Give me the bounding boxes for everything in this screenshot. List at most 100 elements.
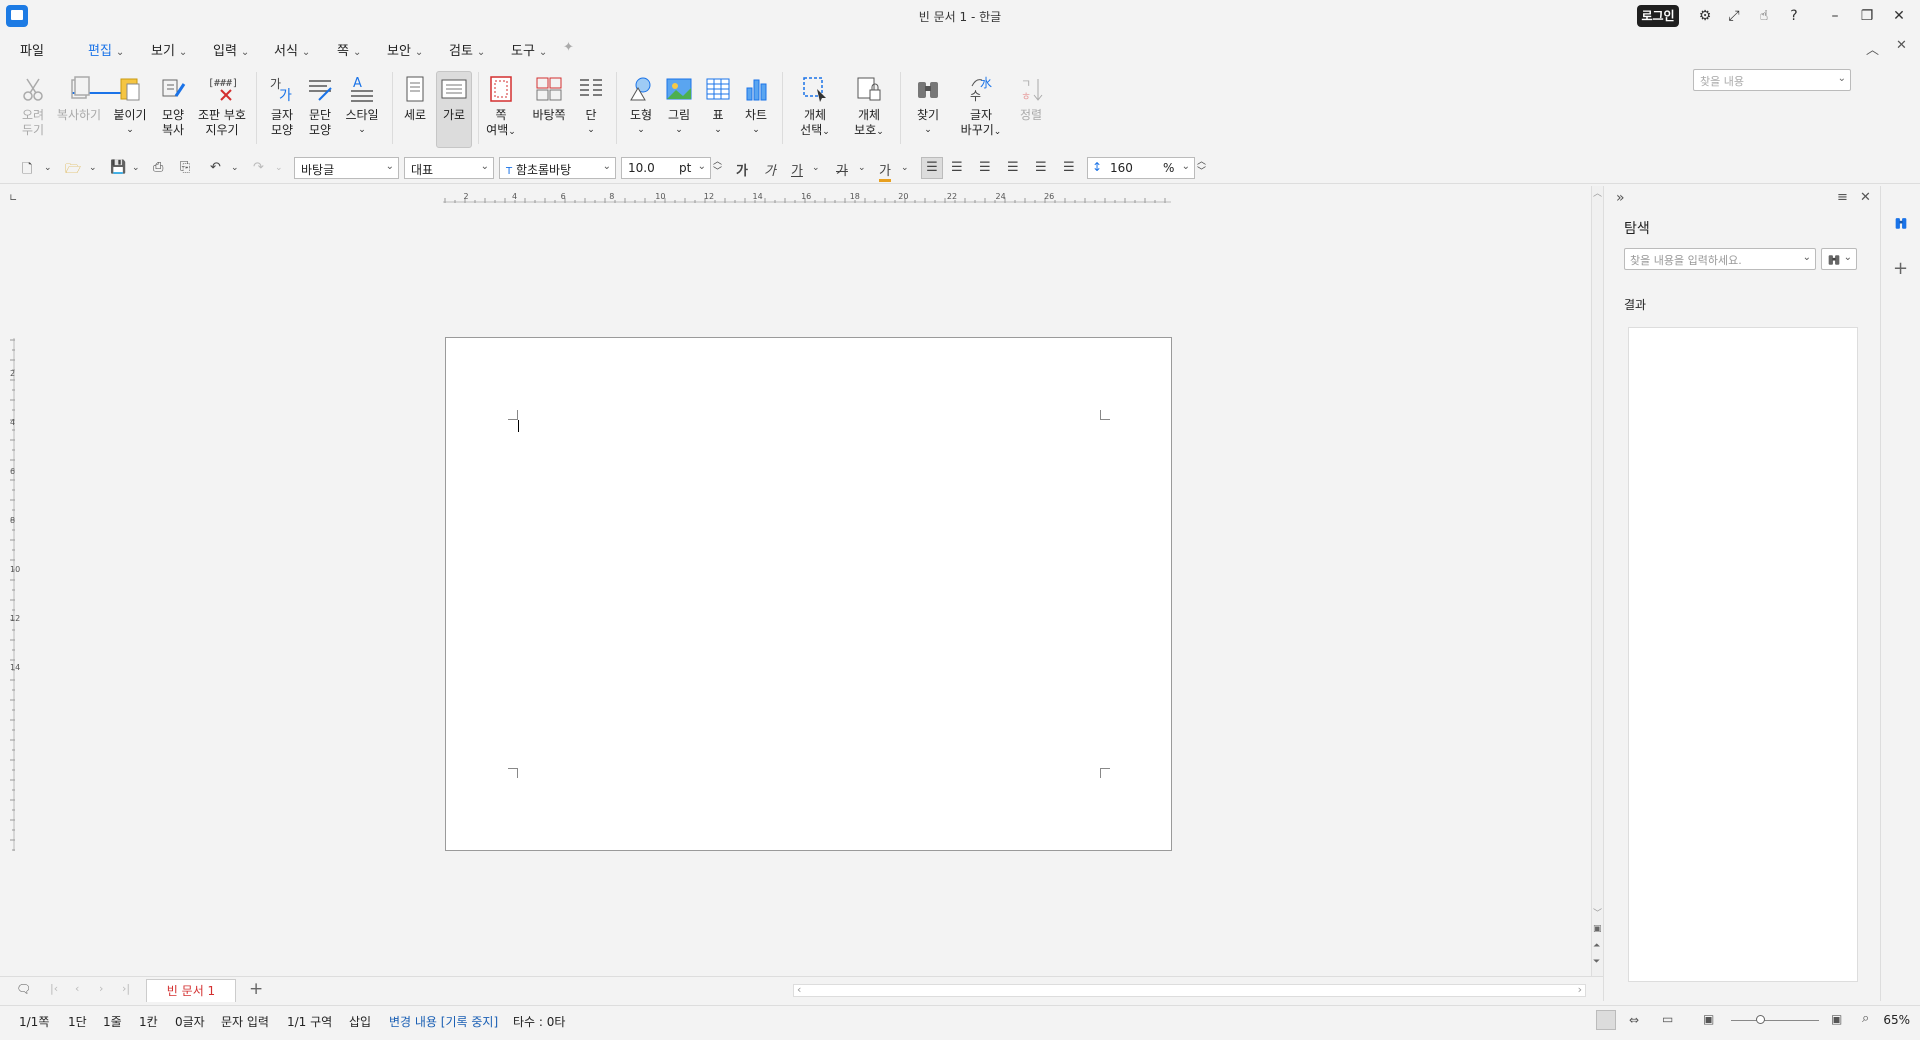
columns-dropdown-icon[interactable]: ⌄: [576, 123, 606, 138]
open-folder-icon[interactable]: 🗁: [65, 160, 81, 182]
redo-icon[interactable]: ↷: [253, 160, 264, 175]
expand-icon[interactable]: ⤢: [1725, 7, 1743, 25]
copy-button[interactable]: 복사하기: [55, 74, 103, 123]
results-list[interactable]: [1628, 327, 1858, 982]
vertical-scrollbar[interactable]: ︿ ﹀ ▣ ⏶ ⏷: [1591, 186, 1603, 976]
zoom-fit-icon[interactable]: ▣: [1831, 1012, 1842, 1026]
font-size-stepper[interactable]: ︿ ﹀: [713, 157, 722, 177]
minimize-icon[interactable]: –: [1826, 7, 1844, 25]
document-tab[interactable]: 빈 문서 1: [146, 979, 236, 1002]
replace-button[interactable]: 水수 글자 바꾸기⌄: [957, 74, 1005, 140]
status-track-changes[interactable]: 변경 내용 [기록 중지]: [389, 1013, 498, 1030]
columns-button[interactable]: 단 ⌄: [576, 74, 606, 138]
line-spacing-input[interactable]: ↕ 160% ⌄: [1087, 157, 1195, 179]
panel-search-input[interactable]: 찾을 내용을 입력하세요. ⌄: [1624, 248, 1816, 270]
zoom-slider-thumb[interactable]: [1756, 1015, 1765, 1024]
close-doc-icon[interactable]: ✕: [1896, 38, 1907, 53]
cut-button[interactable]: 오려 두기: [17, 74, 49, 138]
login-button[interactable]: 로그인: [1637, 5, 1679, 27]
tab-stop-selector[interactable]: ∟: [9, 193, 17, 204]
last-tab-icon[interactable]: ›|: [122, 982, 130, 995]
shape-dropdown-icon[interactable]: ⌄: [626, 123, 656, 138]
menu-review[interactable]: 검토 ⌄: [449, 40, 485, 59]
undo-icon[interactable]: ↶: [210, 160, 221, 175]
horizontal-scrollbar[interactable]: ‹ ›: [793, 983, 1586, 997]
line-spacing-stepper[interactable]: ︿ ﹀: [1197, 157, 1206, 177]
picture-dropdown-icon[interactable]: ⌄: [664, 123, 694, 138]
style-dropdown-icon[interactable]: ⌄: [344, 123, 380, 138]
chart-button[interactable]: 차트 ⌄: [740, 74, 772, 138]
page-view-icon[interactable]: ▭: [1662, 1012, 1673, 1026]
scroll-down-icon[interactable]: ﹀: [1593, 906, 1602, 919]
zoom-magnifier-icon[interactable]: ⌕: [1862, 1011, 1869, 1026]
menu-edit[interactable]: 편집 ⌄: [88, 40, 124, 59]
underline-icon[interactable]: 가: [791, 160, 803, 179]
panel-find-button[interactable]: ⌄: [1821, 248, 1857, 270]
scroll-left-icon[interactable]: ‹: [797, 983, 801, 996]
menu-file[interactable]: 파일: [20, 40, 44, 59]
char-shape-button[interactable]: 가가 글자 모양: [266, 74, 298, 138]
horizontal-ruler[interactable]: 2 4 6 8 10 12 14 16 18 20 22 24 26: [443, 190, 1171, 210]
print-preview-icon[interactable]: ⎘: [180, 160, 190, 175]
find-dropdown-icon[interactable]: ⌄: [913, 123, 943, 138]
paste-dropdown-icon[interactable]: ⌄: [113, 123, 147, 138]
table-button[interactable]: 표 ⌄: [703, 74, 733, 138]
chart-dropdown-icon[interactable]: ⌄: [740, 123, 772, 138]
find-option-dropdown-icon[interactable]: ⌄: [1844, 252, 1852, 263]
search-binoculars-icon[interactable]: [1892, 216, 1910, 232]
strike-dropdown-icon[interactable]: ⌄: [858, 163, 866, 173]
format-copy-button[interactable]: 모양 복사: [158, 74, 188, 138]
undo-dropdown-icon[interactable]: ⌄: [231, 163, 239, 173]
shape-button[interactable]: 도형 ⌄: [626, 74, 656, 138]
landscape-button[interactable]: 가로: [438, 74, 470, 123]
new-tab-icon[interactable]: +: [249, 979, 263, 999]
touch-hand-icon[interactable]: ☝: [1755, 7, 1773, 25]
para-shape-button[interactable]: 문단 모양: [304, 74, 336, 138]
redo-dropdown-icon[interactable]: ⌄: [275, 163, 283, 173]
memo-icon[interactable]: 🗨: [16, 982, 31, 996]
settings-gear-icon[interactable]: ⚙: [1696, 7, 1714, 25]
italic-icon[interactable]: 가: [764, 160, 776, 179]
clear-marks-button[interactable]: [###] 조판 부호 지우기: [196, 74, 248, 138]
plugin-icon[interactable]: ✦: [563, 40, 574, 55]
prev-page-icon[interactable]: ⏶: [1593, 941, 1600, 951]
align-right-icon[interactable]: ☰: [1007, 160, 1019, 175]
distribute-icon[interactable]: ☰: [1035, 160, 1047, 175]
zoom-slider[interactable]: [1731, 1020, 1819, 1021]
prev-tab-icon[interactable]: ‹: [75, 982, 79, 995]
save-dropdown-icon[interactable]: ⌄: [132, 163, 140, 173]
normal-view-icon[interactable]: [1596, 1010, 1616, 1030]
print-icon[interactable]: ⎙: [153, 160, 163, 175]
first-tab-icon[interactable]: |‹: [50, 982, 58, 995]
align-left-icon[interactable]: ☰: [951, 160, 963, 175]
picture-button[interactable]: 그림 ⌄: [664, 74, 694, 138]
font-color-icon[interactable]: 가: [879, 160, 891, 182]
paste-button[interactable]: 붙이기 ⌄: [113, 74, 147, 138]
object-select-button[interactable]: 개체 선택⌄: [795, 74, 835, 140]
status-page[interactable]: 1/1쪽: [19, 1013, 49, 1030]
status-insert-mode[interactable]: 삽입: [349, 1013, 371, 1030]
split-align-icon[interactable]: ☰: [1063, 160, 1075, 175]
collapse-ribbon-icon[interactable]: ︿: [1866, 39, 1879, 58]
find-button[interactable]: 찾기 ⌄: [913, 74, 943, 138]
page-nav-icon[interactable]: ▣: [1593, 924, 1602, 934]
scroll-up-icon[interactable]: ︿: [1593, 186, 1602, 199]
style-select[interactable]: 바탕글 ⌄: [294, 157, 399, 179]
portrait-button[interactable]: 세로: [400, 74, 430, 123]
close-window-icon[interactable]: ✕: [1890, 7, 1908, 25]
restore-icon[interactable]: ❐: [1858, 7, 1876, 25]
width-view-icon[interactable]: ⇔: [1629, 1013, 1639, 1027]
add-panel-icon[interactable]: +: [1893, 258, 1908, 279]
page-margin-button[interactable]: 쪽 여백⌄: [484, 74, 518, 140]
open-dropdown-icon[interactable]: ⌄: [89, 163, 97, 173]
strikethrough-icon[interactable]: 가: [836, 160, 848, 179]
menu-security[interactable]: 보안 ⌄: [387, 40, 423, 59]
bold-icon[interactable]: 가: [736, 160, 748, 179]
language-select[interactable]: 대표 ⌄: [404, 157, 494, 179]
style-button[interactable]: A 스타일 ⌄: [344, 74, 380, 138]
next-page-icon[interactable]: ⏷: [1593, 957, 1600, 967]
scroll-right-icon[interactable]: ›: [1578, 983, 1582, 996]
table-dropdown-icon[interactable]: ⌄: [703, 123, 733, 138]
sort-button[interactable]: ㄱㅎ 정렬: [1016, 74, 1046, 123]
panel-menu-icon[interactable]: ≡: [1837, 190, 1848, 205]
